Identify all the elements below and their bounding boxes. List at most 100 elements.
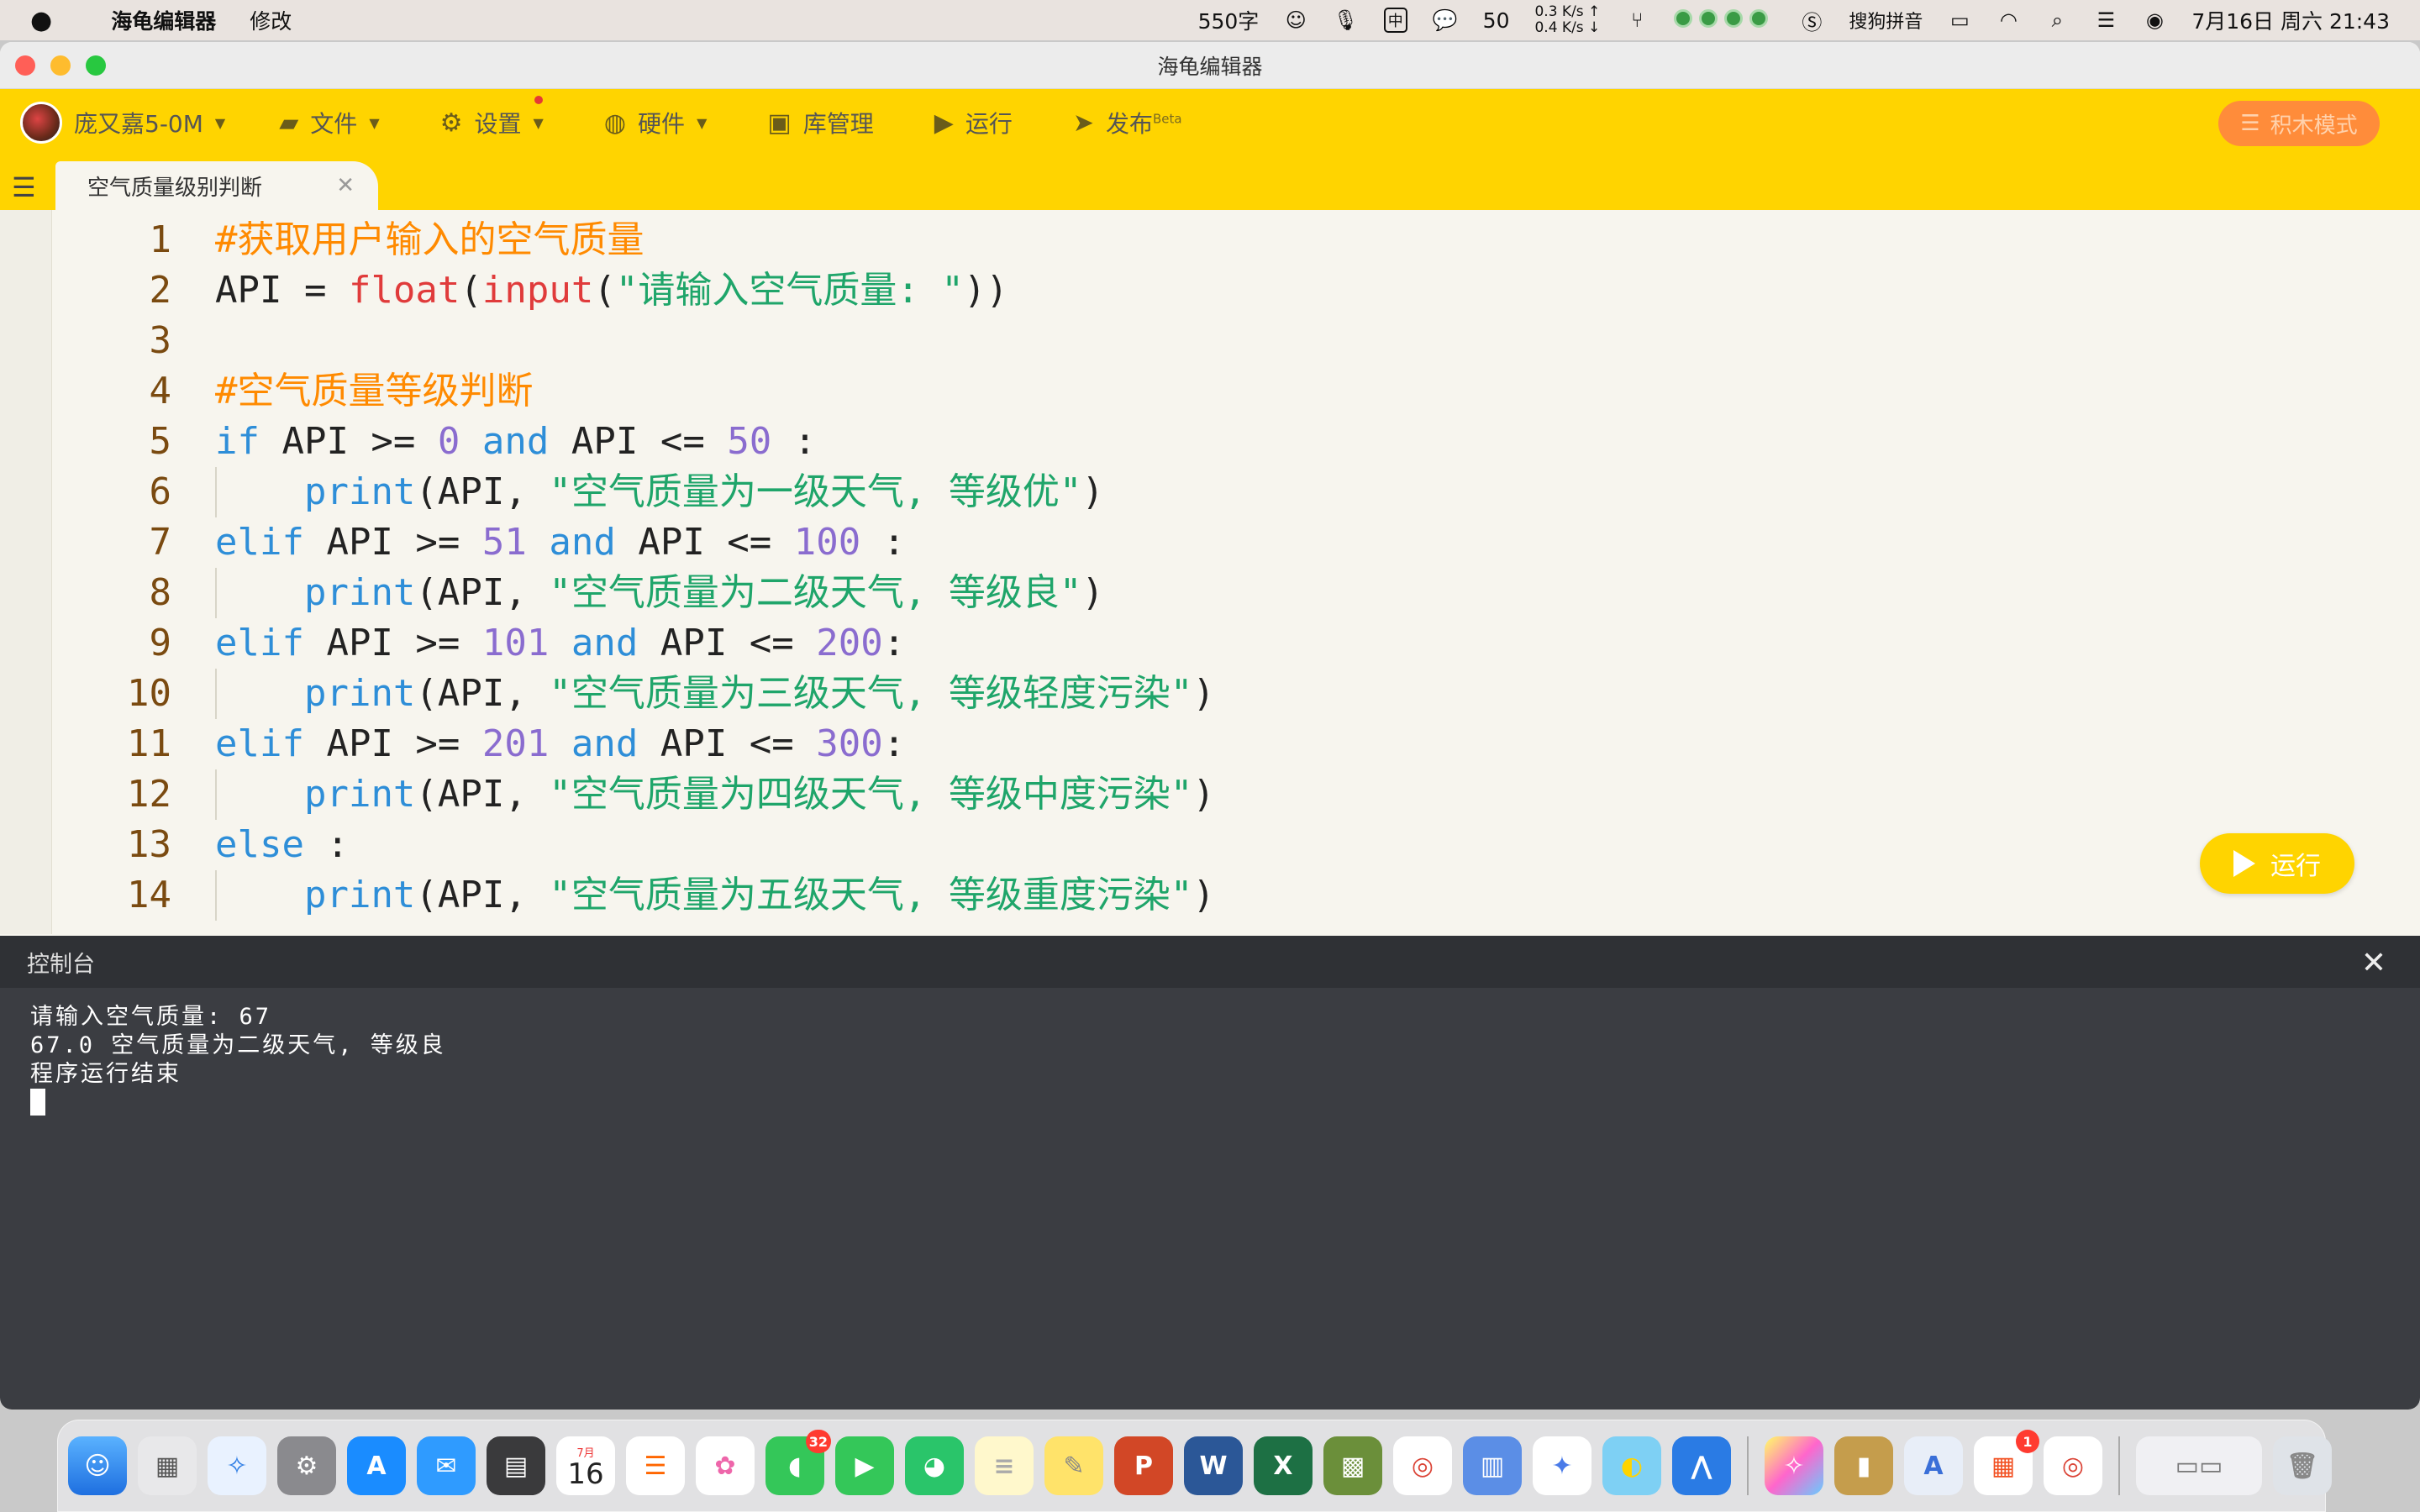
battery-icon[interactable]: ▭	[1948, 8, 1971, 33]
play-icon	[2233, 850, 2255, 877]
calculator-icon[interactable]: ▤	[487, 1436, 545, 1495]
line-number: 13	[127, 823, 171, 866]
microphone-icon[interactable]: 🎙	[1333, 8, 1358, 33]
code-editor[interactable]: 1 #获取用户输入的空气质量 2 API = float(input("请输入空气质…	[0, 210, 2420, 934]
baidu-netdisk-icon[interactable]: ✦	[1533, 1436, 1591, 1495]
excel-icon[interactable]: X	[1254, 1436, 1313, 1495]
wechat-icon[interactable]: 💬	[1433, 8, 1458, 33]
input-mode-indicator[interactable]: 中	[1383, 8, 1407, 33]
code-lines: 1 #获取用户输入的空气质量 2 API = float(input("请输入空气质…	[0, 215, 2420, 921]
line-number: 7	[149, 521, 172, 564]
line-number: 3	[149, 319, 172, 362]
word-icon[interactable]: W	[1184, 1436, 1243, 1495]
hardware-menu-button[interactable]: ◍ 硬件 ▼	[604, 106, 708, 139]
launchpad-icon[interactable]: ▦	[138, 1436, 197, 1495]
archiver-icon[interactable]: ▮	[1834, 1436, 1893, 1495]
messages-badge: 32	[805, 1430, 831, 1453]
recent-windows-icon[interactable]: ▭▭	[2136, 1436, 2262, 1495]
settings-menu-button[interactable]: ⚙ 设置 ▼	[439, 96, 544, 139]
stickies-icon[interactable]: ✎	[1044, 1436, 1103, 1495]
library-manager-button[interactable]: ▣ 库管理	[767, 106, 873, 139]
system-settings-icon[interactable]: ⚙	[277, 1436, 336, 1495]
archive-utility-icon[interactable]: ▥	[1463, 1436, 1522, 1495]
library-manager-label: 库管理	[802, 110, 874, 138]
minimize-window-button[interactable]	[50, 55, 71, 76]
console-title: 控制台	[27, 951, 95, 978]
app-store-icon[interactable]: A	[347, 1436, 406, 1495]
code-line: 9 elif API >= 101 and API <= 200:	[0, 618, 2420, 669]
minecraft-icon[interactable]: ▩	[1323, 1436, 1382, 1495]
status-dots-icon[interactable]	[1674, 8, 1775, 33]
chrome-icon[interactable]: ◎	[1393, 1436, 1452, 1495]
avatar	[20, 102, 62, 144]
messages-icon[interactable]: ◖ 32	[765, 1430, 831, 1495]
spotlight-search-icon[interactable]: ⌕	[2045, 8, 2069, 33]
line-number: 14	[127, 874, 171, 916]
microsoft-office-icon[interactable]: ▦ 1	[1974, 1430, 2039, 1495]
maps-app-icon[interactable]: A	[1904, 1436, 1963, 1495]
menu-edit[interactable]: 修改	[250, 5, 292, 35]
notes-icon[interactable]: ≡	[975, 1436, 1034, 1495]
chevron-down-icon: ▼	[214, 114, 226, 131]
wifi-icon[interactable]: ◠	[1996, 8, 2020, 33]
reminders-icon[interactable]: ☰	[626, 1436, 685, 1495]
hardware-icon: ◍	[603, 108, 627, 138]
calendar-day: 16	[567, 1457, 604, 1491]
block-mode-label: 积木模式	[2270, 113, 2358, 139]
safari-icon[interactable]: ✧	[208, 1436, 266, 1495]
wechat-icon[interactable]: ◕	[905, 1436, 964, 1495]
gear-icon: ⚙	[439, 108, 463, 138]
control-center-icon[interactable]: ☰	[2094, 8, 2118, 33]
file-menu-button[interactable]: ▰ 文件 ▼	[279, 106, 379, 139]
editor-window: 海龟编辑器 庞又嘉5-0M ▼ ▰ 文件 ▼ ⚙ 设置 ▼ ◍ 硬件 ▼ ▣ 库…	[0, 42, 2420, 1410]
calendar-icon[interactable]: 7月 16	[556, 1436, 615, 1495]
powerpoint-icon[interactable]: P	[1114, 1436, 1173, 1495]
lanxin-icon[interactable]: ⋀	[1672, 1436, 1731, 1495]
console-output[interactable]: 请输入空气质量: 67 67.0 空气质量为二级天气, 等级良 程序运行结束	[0, 988, 2420, 1138]
facetime-icon[interactable]: ▶	[835, 1436, 894, 1495]
turtle-editor-icon[interactable]: ◐	[1602, 1436, 1661, 1495]
file-tab-bar: ☰ 空气质量级别判断 ✕	[0, 156, 2420, 210]
file-list-toggle-icon[interactable]: ☰	[12, 171, 36, 203]
apple-menu-icon[interactable]: ●	[30, 6, 52, 35]
close-window-button[interactable]	[15, 55, 35, 76]
trash-icon[interactable]: 🗑	[2273, 1436, 2332, 1495]
console-line: 程序运行结束	[30, 1061, 182, 1087]
ime-name[interactable]: 搜狗拼音	[1849, 7, 1923, 34]
code-line: 8 print(API, "空气质量为二级天气, 等级良")	[0, 568, 2420, 618]
console-line: 请输入空气质量: 67	[30, 1004, 272, 1030]
zoom-window-button[interactable]	[86, 55, 106, 76]
emoji-icon[interactable]: ☺	[1284, 8, 1307, 33]
macos-dock: ☺ ▦ ✧ ⚙ A ✉ ▤ 7月 16 ☰ ✿ ◖ 32 ▶ ◕ ≡ ✎ P W …	[57, 1420, 2332, 1512]
siri-icon[interactable]: ◉	[2143, 8, 2166, 33]
mail-icon[interactable]: ✉	[417, 1436, 476, 1495]
tools-icon[interactable]: ⑂	[1625, 8, 1649, 33]
menu-datetime[interactable]: 7月16日 周六 21:43	[2191, 5, 2390, 35]
chrome-app-icon[interactable]: ◎	[2044, 1436, 2102, 1495]
close-icon[interactable]: ✕	[336, 173, 355, 198]
code-line: 1 #获取用户输入的空气质量	[0, 215, 2420, 265]
window-title-bar: 海龟编辑器	[0, 42, 2420, 89]
tab-air-quality[interactable]: 空气质量级别判断 ✕	[55, 161, 378, 210]
close-icon[interactable]: ✕	[2361, 946, 2386, 980]
network-speed: 0.3 K/s ↑ 0.4 K/s ↓	[1534, 4, 1600, 36]
dock-separator	[1747, 1436, 1749, 1495]
block-mode-button[interactable]: ☰ 积木模式	[2218, 101, 2380, 146]
toolbar-run-label: 运行	[965, 110, 1013, 138]
console-line: 67.0 空气质量为二级天气, 等级良	[30, 1032, 446, 1058]
toolbar-run-button[interactable]: ▶ 运行	[934, 106, 1013, 139]
chevron-down-icon: ▼	[697, 114, 708, 131]
menu-app-name[interactable]: 海龟编辑器	[111, 5, 216, 35]
line-number: 1	[149, 218, 172, 261]
sogou-icon[interactable]: Ⓢ	[1800, 8, 1823, 34]
photos-icon[interactable]: ✿	[696, 1436, 755, 1495]
user-menu[interactable]: 庞又嘉5-0M ▼	[20, 102, 225, 144]
pixelmator-icon[interactable]: ✧	[1765, 1436, 1823, 1495]
file-menu-label: 文件	[310, 110, 358, 138]
publish-button[interactable]: ➤ 发布Beta	[1073, 106, 1182, 139]
finder-icon[interactable]: ☺	[68, 1436, 127, 1495]
net-upload: 0.3 K/s ↑	[1534, 3, 1601, 20]
char-count: 550字	[1197, 9, 1260, 34]
window-title: 海龟编辑器	[1157, 54, 1263, 79]
run-code-button[interactable]: 运行	[2200, 833, 2354, 894]
